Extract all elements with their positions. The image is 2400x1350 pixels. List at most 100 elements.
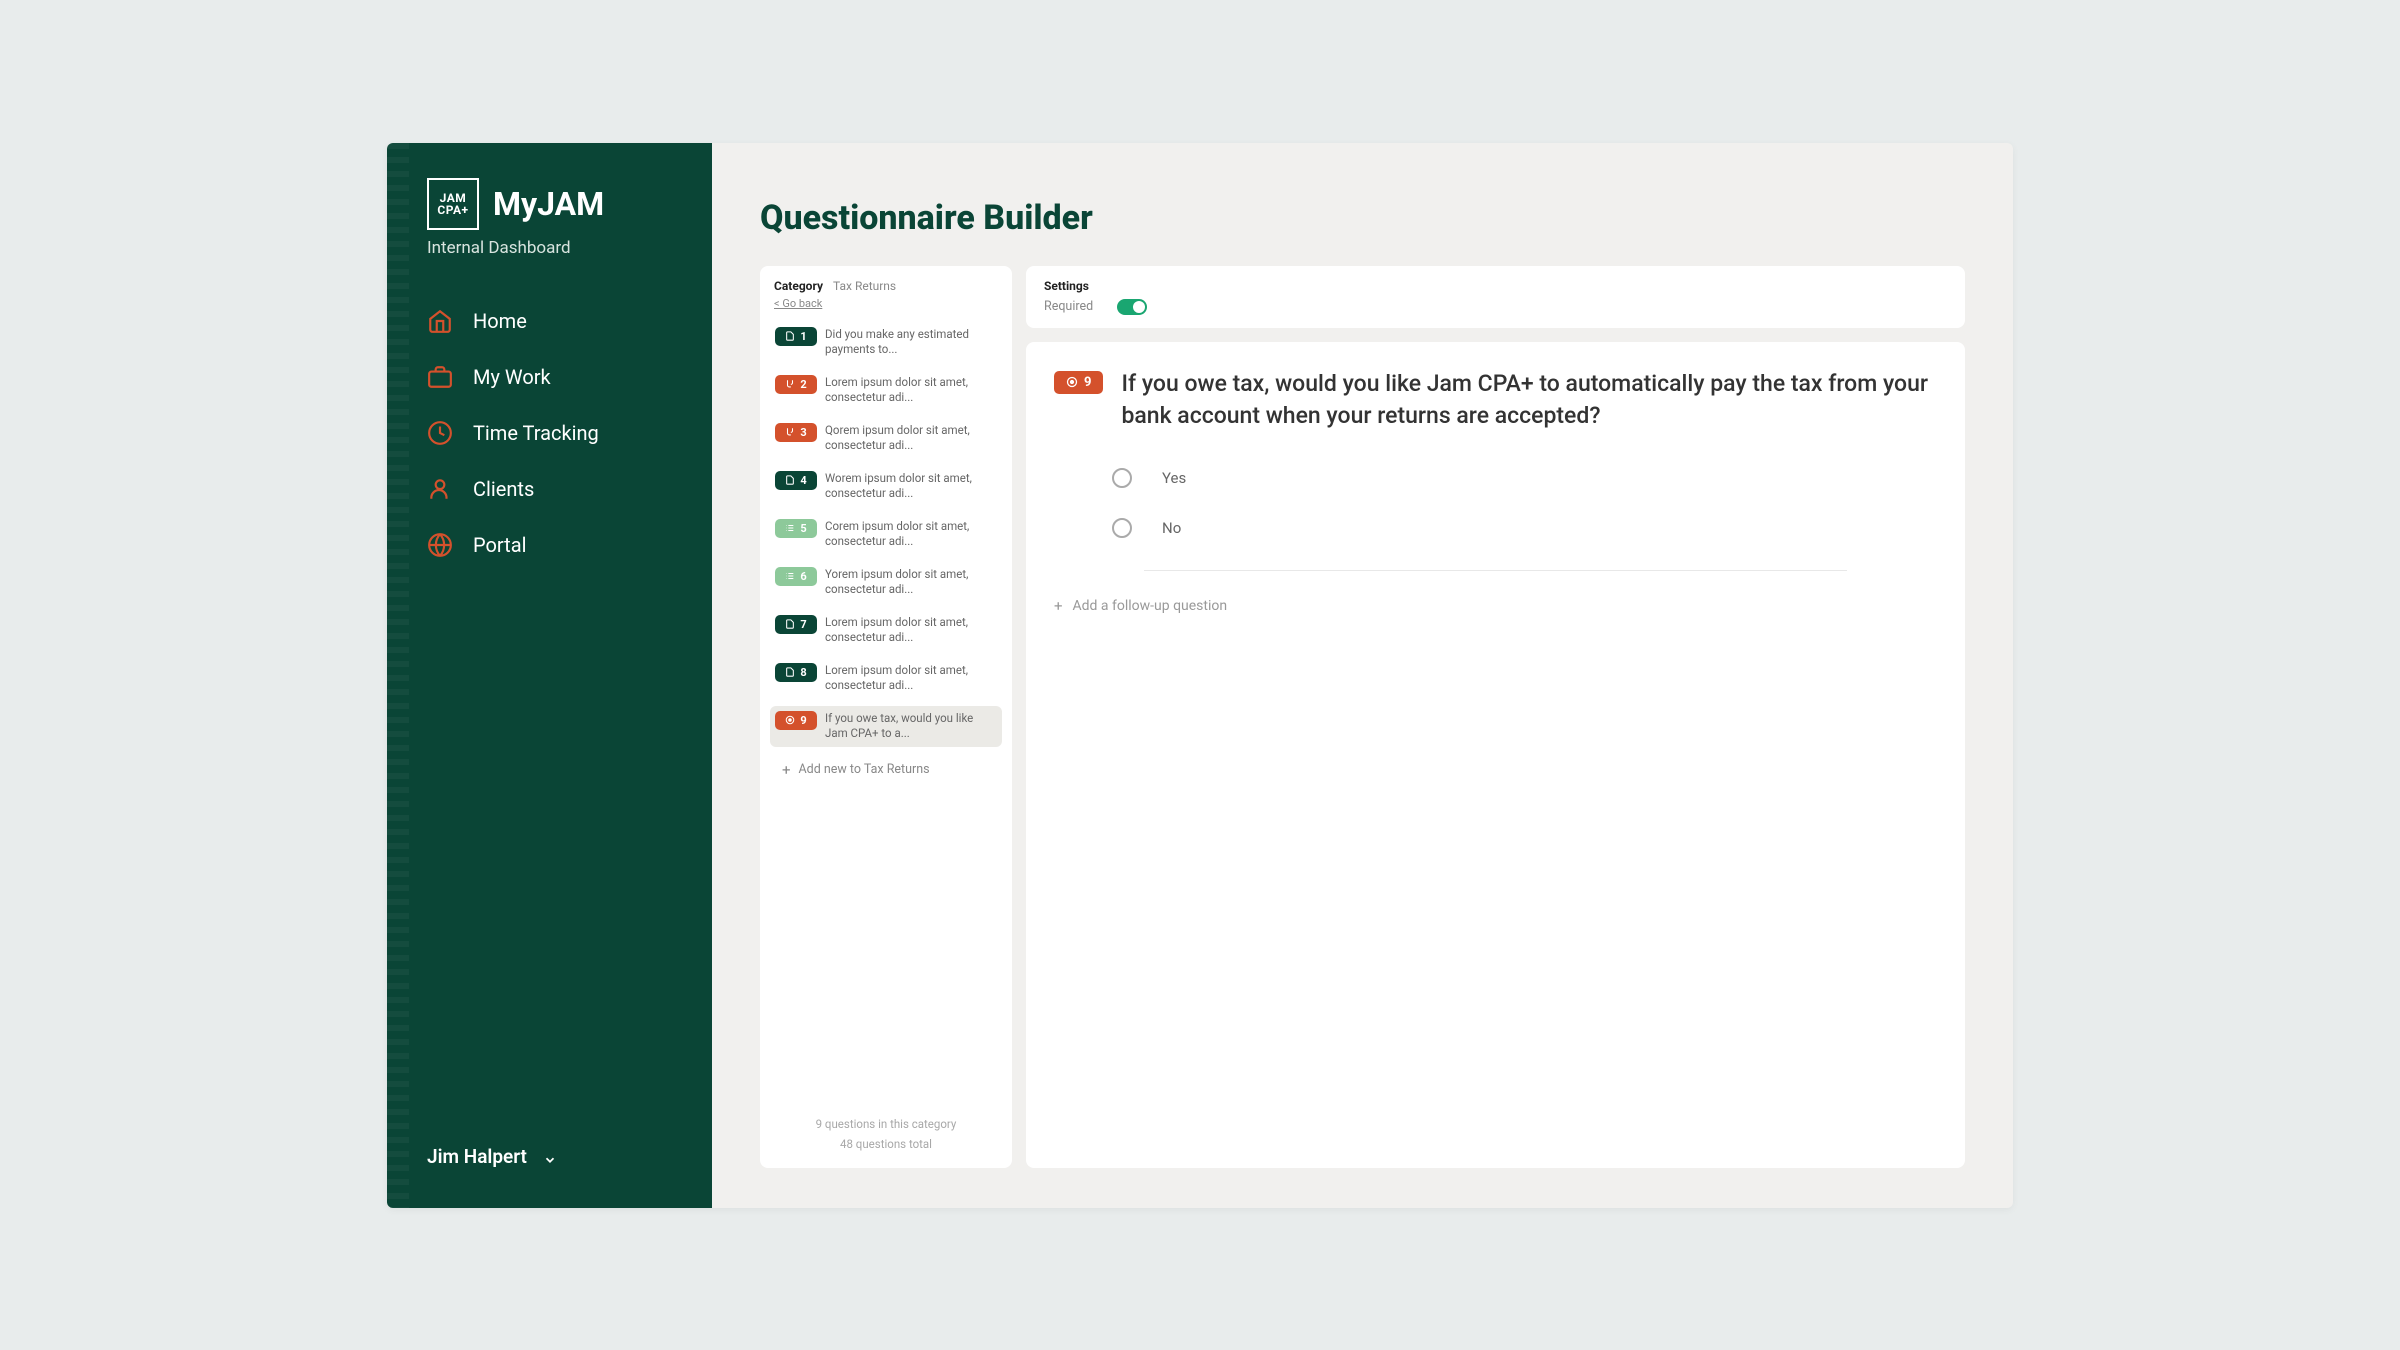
question-item[interactable]: 4 Worem ipsum dolor sit amet, consectetu…: [770, 466, 1002, 507]
list-icon: [785, 523, 795, 533]
question-badge: 5: [775, 519, 817, 538]
brand: JAM CPA+ MyJAM: [417, 178, 682, 230]
detail-column: Settings Required 9 If you owe tax, woul…: [1026, 266, 1965, 1168]
go-back-link[interactable]: < Go back: [770, 297, 1002, 310]
question-num: 7: [800, 618, 806, 631]
doc-icon: [785, 667, 795, 677]
question-num: 3: [800, 426, 806, 439]
nav-label: Clients: [473, 477, 534, 501]
footer-line1: 9 questions in this category: [770, 1115, 1002, 1135]
question-item[interactable]: 2 Lorem ipsum dolor sit amet, consectetu…: [770, 370, 1002, 411]
question-badge: 3: [775, 423, 817, 442]
nav-item-portal[interactable]: Portal: [427, 532, 682, 558]
question-text: Qorem ipsum dolor sit amet, consectetur …: [825, 423, 997, 454]
question-num: 4: [800, 474, 806, 487]
question-num: 8: [800, 666, 806, 679]
settings-title: Settings: [1044, 279, 1947, 293]
clock-icon: [427, 420, 453, 446]
question-badge: 8: [775, 663, 817, 682]
nav: Home My Work Time Tracking Clients: [417, 308, 682, 558]
question-item[interactable]: 3 Qorem ipsum dolor sit amet, consectetu…: [770, 418, 1002, 459]
detail-panel: 9 If you owe tax, would you like Jam CPA…: [1026, 342, 1965, 1168]
option-label: Yes: [1162, 469, 1186, 487]
add-new-button[interactable]: + Add new to Tax Returns: [770, 761, 1002, 779]
add-followup-button[interactable]: + Add a follow-up question: [1054, 597, 1937, 615]
add-followup-label: Add a follow-up question: [1073, 598, 1228, 614]
add-new-label: Add new to Tax Returns: [799, 762, 930, 777]
nav-item-my-work[interactable]: My Work: [427, 364, 682, 390]
question-item[interactable]: 1 Did you make any estimated payments to…: [770, 322, 1002, 363]
question-text: Lorem ipsum dolor sit amet, consectetur …: [825, 375, 997, 406]
question-badge: 7: [775, 615, 817, 634]
detail-header: 9 If you owe tax, would you like Jam CPA…: [1054, 368, 1937, 432]
user-menu[interactable]: Jim Halpert: [417, 1145, 682, 1168]
radio-icon: [785, 715, 795, 725]
nav-label: Time Tracking: [473, 421, 599, 445]
detail-badge-num: 9: [1084, 375, 1091, 390]
doc-icon: [785, 619, 795, 629]
required-toggle[interactable]: [1117, 299, 1147, 315]
question-text: Lorem ipsum dolor sit amet, consectetur …: [825, 663, 997, 694]
question-text: Yorem ipsum dolor sit amet, consectetur …: [825, 567, 997, 598]
list-header: Category Tax Returns: [770, 279, 1002, 293]
nav-item-clients[interactable]: Clients: [427, 476, 682, 502]
home-icon: [427, 308, 453, 334]
brand-name: MyJAM: [493, 185, 604, 223]
plus-icon: +: [782, 761, 791, 779]
globe-icon: [427, 532, 453, 558]
nav-item-home[interactable]: Home: [427, 308, 682, 334]
page-title: Questionnaire Builder: [760, 198, 1965, 238]
question-text: Lorem ipsum dolor sit amet, consectetur …: [825, 615, 997, 646]
question-text: Corem ipsum dolor sit amet, consectetur …: [825, 519, 997, 550]
main: Questionnaire Builder Category Tax Retur…: [712, 143, 2013, 1208]
option-no[interactable]: No: [1112, 518, 1937, 538]
question-text: Did you make any estimated payments to..…: [825, 327, 997, 358]
footer-line2: 48 questions total: [770, 1135, 1002, 1155]
question-item[interactable]: 9 If you owe tax, would you like Jam CPA…: [770, 706, 1002, 747]
question-num: 6: [800, 570, 806, 583]
question-badge: 1: [775, 327, 817, 346]
required-label: Required: [1044, 299, 1093, 314]
question-text: Worem ipsum dolor sit amet, consectetur …: [825, 471, 997, 502]
question-badge: 9: [775, 711, 817, 730]
logo-line1: JAM: [440, 192, 467, 204]
branch-icon: [785, 427, 795, 437]
user-icon: [427, 476, 453, 502]
question-item[interactable]: 6 Yorem ipsum dolor sit amet, consectetu…: [770, 562, 1002, 603]
briefcase-icon: [427, 364, 453, 390]
settings-bar: Settings Required: [1026, 266, 1965, 328]
question-item[interactable]: 5 Corem ipsum dolor sit amet, consectetu…: [770, 514, 1002, 555]
question-text: If you owe tax, would you like Jam CPA+ …: [825, 711, 997, 742]
options: Yes No: [1054, 468, 1937, 538]
question-badge: 6: [775, 567, 817, 586]
app-window: JAM CPA+ MyJAM Internal Dashboard Home M…: [387, 143, 2013, 1208]
question-num: 1: [800, 330, 806, 343]
question-list-panel: Category Tax Returns < Go back 1 Did you…: [760, 266, 1012, 1168]
content: Category Tax Returns < Go back 1 Did you…: [760, 266, 1965, 1168]
nav-label: Portal: [473, 533, 526, 557]
category-value: Tax Returns: [833, 279, 896, 293]
radio-icon: [1112, 518, 1132, 538]
detail-question: If you owe tax, would you like Jam CPA+ …: [1121, 368, 1937, 432]
question-item[interactable]: 7 Lorem ipsum dolor sit amet, consectetu…: [770, 610, 1002, 651]
user-name: Jim Halpert: [427, 1145, 527, 1168]
settings-row: Required: [1044, 299, 1947, 315]
category-label: Category: [774, 279, 823, 293]
question-num: 5: [800, 522, 806, 535]
logo-line2: CPA+: [437, 204, 468, 216]
nav-item-time-tracking[interactable]: Time Tracking: [427, 420, 682, 446]
doc-icon: [785, 331, 795, 341]
question-badge: 2: [775, 375, 817, 394]
question-num: 2: [800, 378, 806, 391]
divider: [1144, 570, 1847, 571]
question-badge: 4: [775, 471, 817, 490]
question-num: 9: [800, 714, 806, 727]
option-yes[interactable]: Yes: [1112, 468, 1937, 488]
branch-icon: [785, 379, 795, 389]
nav-label: Home: [473, 309, 527, 333]
brand-subtitle: Internal Dashboard: [417, 238, 682, 258]
plus-icon: +: [1054, 597, 1063, 615]
question-item[interactable]: 8 Lorem ipsum dolor sit amet, consectetu…: [770, 658, 1002, 699]
question-list: 1 Did you make any estimated payments to…: [770, 322, 1002, 747]
list-icon: [785, 571, 795, 581]
